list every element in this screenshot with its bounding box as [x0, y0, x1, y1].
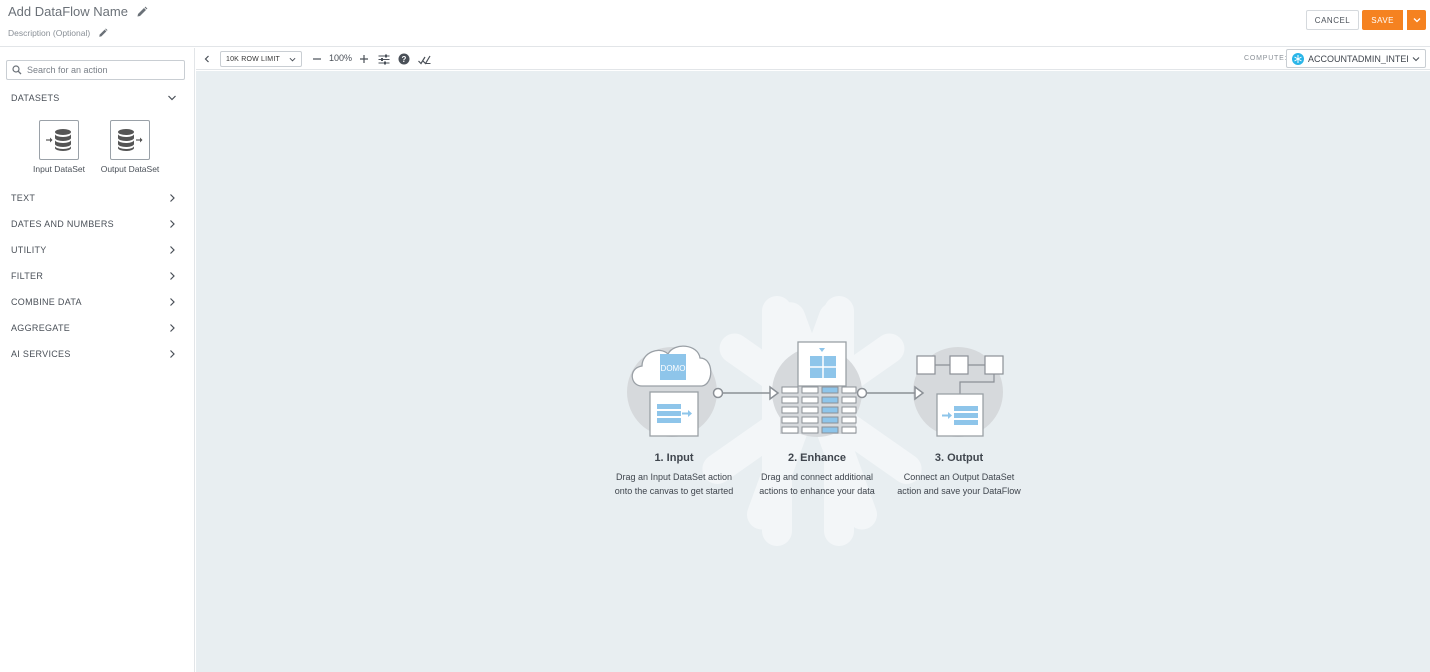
output-dataset-tile[interactable]: Output DataSet: [92, 120, 168, 174]
section-dates-and-numbers[interactable]: DATES AND NUMBERS: [0, 211, 195, 237]
input-dataset-icon: [46, 129, 71, 151]
section-text[interactable]: TEXT: [0, 185, 195, 211]
section-utility[interactable]: UTILITY: [0, 237, 195, 263]
chevron-down-icon: [289, 57, 296, 61]
step-enhance-desc-1: Drag and connect additional: [760, 472, 874, 482]
svg-text:?: ?: [402, 55, 407, 64]
cancel-button[interactable]: CANCEL: [1305, 10, 1360, 30]
compute-label: COMPUTE:: [1244, 55, 1288, 62]
step-input-title: 1. Input: [654, 452, 694, 464]
section-label: COMBINE DATA: [11, 297, 82, 307]
chevron-right-icon: [170, 272, 175, 280]
chevron-right-icon: [170, 298, 175, 306]
save-options-dropdown[interactable]: [1406, 10, 1426, 30]
plus-icon: [360, 55, 368, 63]
edit-description-pencil-icon[interactable]: [98, 28, 108, 38]
search-input[interactable]: [27, 65, 177, 75]
sliders-icon: [378, 54, 390, 64]
compute-value: ACCOUNTADMIN_INTERNAL: [1308, 53, 1408, 64]
zoom-out-button[interactable]: [310, 52, 324, 66]
chevron-down-icon: [1412, 56, 1420, 61]
chevron-left-icon: [204, 55, 209, 63]
section-label: DATASETS: [11, 93, 60, 103]
step-output-desc-1: Connect an Output DataSet: [903, 472, 1015, 482]
collapse-sidebar-button[interactable]: [200, 52, 214, 66]
section-aggregate[interactable]: AGGREGATE: [0, 315, 195, 341]
dataflow-description[interactable]: Description (Optional): [8, 28, 90, 38]
chevron-right-icon: [170, 194, 175, 202]
compute-select[interactable]: ACCOUNTADMIN_INTERNAL: [1286, 49, 1426, 68]
row-limit-value: 10K ROW LIMIT: [226, 55, 280, 63]
action-sidebar: DATASETS Input DataSet: [0, 48, 195, 672]
step-input-desc-2: onto the canvas to get started: [614, 486, 734, 496]
input-dataset-tile[interactable]: Input DataSet: [21, 120, 97, 174]
search-icon: [12, 65, 22, 75]
section-label: DATES AND NUMBERS: [11, 219, 114, 229]
row-limit-select[interactable]: 10K ROW LIMIT: [220, 51, 302, 67]
section-label: AI SERVICES: [11, 349, 71, 359]
validate-check-icon: [417, 55, 431, 64]
section-ai-services[interactable]: AI SERVICES: [0, 341, 195, 367]
settings-button[interactable]: [377, 52, 391, 66]
minus-icon: [313, 58, 321, 60]
enhance-table-grid: [780, 384, 857, 434]
getting-started-graphic: DOMO: [627, 296, 1004, 546]
step-output-desc-2: action and save your DataFlow: [897, 486, 1021, 496]
chevron-right-icon: [170, 350, 175, 358]
help-icon: ?: [398, 53, 410, 65]
chevron-down-icon: [1413, 18, 1420, 23]
chevron-right-icon: [170, 220, 175, 228]
section-label: FILTER: [11, 271, 44, 281]
domo-logo-text: DOMO: [661, 364, 686, 373]
dataflow-title[interactable]: Add DataFlow Name: [8, 4, 128, 19]
tile-label: Input DataSet: [33, 164, 85, 174]
header: Add DataFlow Name Description (Optional)…: [0, 0, 1430, 47]
step-enhance-title: 2. Enhance: [787, 452, 847, 464]
input-dataset-box: [39, 120, 79, 160]
step-enhance-desc-2: actions to enhance your data: [759, 486, 875, 496]
section-label: AGGREGATE: [11, 323, 71, 333]
section-filter[interactable]: FILTER: [0, 263, 195, 289]
validate-button[interactable]: [417, 52, 431, 66]
section-datasets[interactable]: DATASETS: [0, 85, 195, 111]
chevron-right-icon: [170, 246, 175, 254]
edit-title-pencil-icon[interactable]: [136, 6, 148, 18]
snowflake-icon: [1292, 52, 1304, 65]
help-button[interactable]: ?: [397, 52, 411, 66]
section-combine-data[interactable]: COMBINE DATA: [0, 289, 195, 315]
section-label: TEXT: [11, 193, 36, 203]
step-input-desc-1: Drag an Input DataSet action: [615, 472, 733, 482]
zoom-level: 100%: [329, 53, 353, 63]
save-button[interactable]: SAVE: [1362, 10, 1403, 30]
action-search: [6, 60, 185, 80]
header-actions: CANCEL SAVE: [1305, 10, 1426, 30]
chevron-down-icon: [168, 95, 176, 101]
zoom-in-button[interactable]: [357, 52, 371, 66]
dataflow-canvas[interactable]: DOMO 1. Input Drag an Input DataSet acti…: [196, 71, 1430, 672]
chevron-right-icon: [170, 324, 175, 332]
output-dataset-icon: [118, 129, 143, 151]
description-row: Description (Optional): [8, 28, 108, 38]
section-label: UTILITY: [11, 245, 47, 255]
canvas-toolbar: 10K ROW LIMIT 100% ? COMPUTE: ACCOUNTADM…: [196, 48, 1430, 70]
dataset-tiles: Input DataSet Output DataSet: [0, 120, 195, 180]
title-row: Add DataFlow Name: [8, 4, 148, 19]
getting-started-illustration: DOMO: [602, 296, 1022, 546]
output-dataset-box: [110, 120, 150, 160]
tile-label: Output DataSet: [100, 164, 160, 174]
step-output-title: 3. Output: [934, 452, 984, 464]
